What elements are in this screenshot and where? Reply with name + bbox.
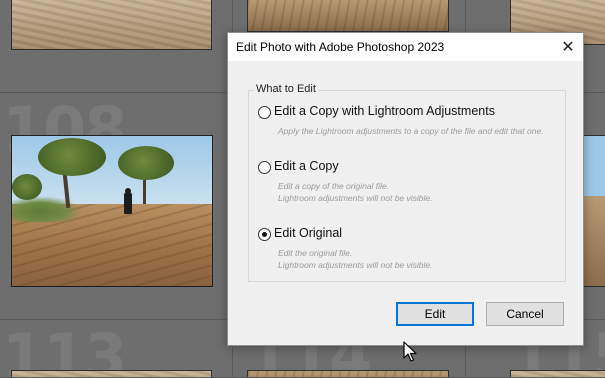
photo-person <box>124 192 132 214</box>
thumbnail[interactable] <box>11 0 212 50</box>
edit-button[interactable]: Edit <box>396 302 474 326</box>
photo-tree-canopy <box>38 138 106 176</box>
option-description: Lightroom adjustments will not be visibl… <box>278 193 433 203</box>
radio-button-selected[interactable] <box>258 228 271 241</box>
grid-cell-113[interactable]: 113 <box>0 320 233 378</box>
grid-cell[interactable] <box>0 0 233 93</box>
option-label[interactable]: Edit a Copy with Lightroom Adjustments <box>274 104 495 118</box>
radio-button[interactable] <box>258 106 271 119</box>
option-description: Apply the Lightroom adjustments to a cop… <box>278 126 544 136</box>
option-label[interactable]: Edit Original <box>274 226 342 240</box>
dialog-titlebar[interactable]: Edit Photo with Adobe Photoshop 2023 ✕ <box>228 33 583 61</box>
photo-tree-canopy <box>118 146 174 180</box>
close-icon[interactable]: ✕ <box>553 33 583 61</box>
option-description: Edit a copy of the original file. <box>278 181 390 191</box>
cancel-button[interactable]: Cancel <box>486 302 564 326</box>
option-description: Edit the original file. <box>278 248 353 258</box>
option-label[interactable]: Edit a Copy <box>274 159 339 173</box>
arrow-cursor-icon <box>403 341 417 362</box>
selected-photo-thumbnail[interactable] <box>11 135 213 287</box>
group-label: What to Edit <box>254 83 318 95</box>
photo-tree-canopy <box>12 174 42 200</box>
dialog-title: Edit Photo with Adobe Photoshop 2023 <box>236 40 445 54</box>
edit-photo-dialog: Edit Photo with Adobe Photoshop 2023 ✕ W… <box>227 32 584 346</box>
radio-button[interactable] <box>258 161 271 174</box>
option-description: Lightroom adjustments will not be visibl… <box>278 260 433 270</box>
photo-grass <box>12 196 82 222</box>
thumbnail[interactable] <box>247 0 449 32</box>
